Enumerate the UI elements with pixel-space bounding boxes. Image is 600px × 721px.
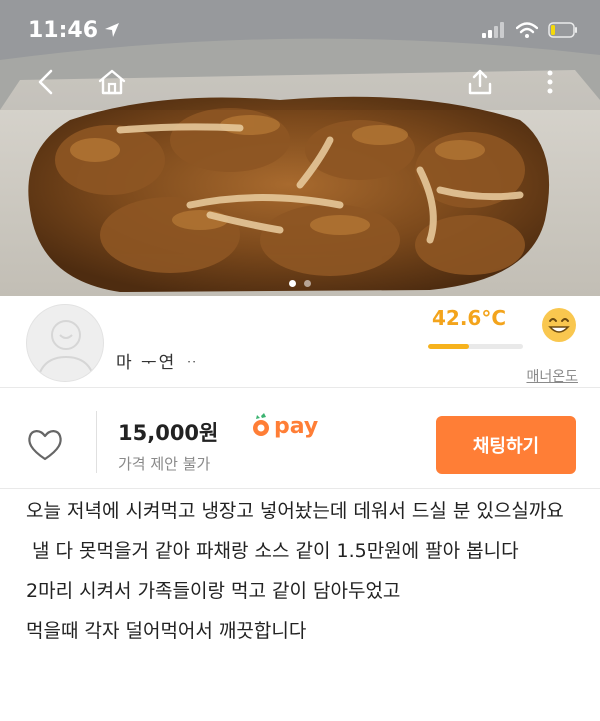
description-line: 오늘 저녁에 시켜먹고 냉장고 넣어놨는데 데워서 드실 분 있으실까요: [26, 500, 564, 522]
home-icon: [98, 69, 126, 95]
more-button[interactable]: [530, 62, 570, 102]
chat-button[interactable]: 채팅하기: [436, 416, 576, 474]
wifi-icon: [516, 22, 538, 38]
status-time: 11:46: [28, 18, 120, 43]
divider: [96, 411, 97, 473]
home-button[interactable]: [92, 62, 132, 102]
heart-icon: [28, 430, 62, 461]
more-vertical-icon: [547, 70, 553, 94]
manner-temperature-bar: [428, 344, 523, 349]
clock-text: 11:46: [28, 17, 99, 43]
description-line: 2마리 시켜서 가족들이랑 먹고 같이 담아두었고: [26, 580, 401, 602]
avatar[interactable]: [26, 304, 104, 382]
price-bar: 15,000원 pay 가격 제안 불가 채팅하기: [0, 389, 600, 489]
photo-nav-bar: [0, 62, 600, 102]
carousel-dot[interactable]: [289, 280, 296, 287]
manner-temperature-value: 42.6°C: [432, 306, 507, 330]
status-indicators: [482, 22, 578, 38]
back-button[interactable]: [26, 62, 66, 102]
smiley-face-icon: [542, 308, 576, 342]
default-avatar-icon: [36, 320, 96, 381]
manner-temperature-fill: [428, 344, 469, 349]
carousel-dot[interactable]: [304, 280, 311, 287]
carousel-indicator: [0, 280, 600, 287]
seller-profile[interactable]: 마 ᅮ연 ᆢ 42.6°C 매너온도: [0, 296, 600, 388]
chevron-left-icon: [38, 69, 53, 95]
location-arrow-icon: [105, 23, 120, 37]
pay-badge: pay: [252, 413, 318, 439]
share-icon: [468, 69, 492, 95]
description: 오늘 저녁에 시켜먹고 냉장고 넣어놨는데 데워서 드실 분 있으실까요 낼 다…: [26, 490, 586, 648]
battery-icon: [548, 22, 577, 38]
status-bar: 11:46: [0, 0, 600, 60]
price-offer-note: 가격 제안 불가: [118, 455, 211, 473]
description-line: 낼 다 못먹을거 같아 파채랑 소스 같이 1.5만원에 팔아 봅니다: [32, 540, 519, 562]
pay-label: pay: [274, 413, 319, 439]
product-photo[interactable]: 11:46: [0, 0, 600, 296]
share-button[interactable]: [460, 62, 500, 102]
description-line: 먹을때 각자 덜어먹어서 깨끗합니다: [26, 620, 307, 642]
manner-temperature-label[interactable]: 매너온도: [526, 366, 578, 386]
price: 15,000원: [118, 421, 219, 445]
seller-name: 마 ᅮ연 ᆢ: [116, 353, 202, 373]
signal-icon: [482, 22, 504, 38]
manner-temperature[interactable]: 42.6°C 매너온도: [418, 302, 578, 385]
carrot-pay-icon: [253, 413, 269, 436]
like-button[interactable]: [26, 427, 64, 463]
